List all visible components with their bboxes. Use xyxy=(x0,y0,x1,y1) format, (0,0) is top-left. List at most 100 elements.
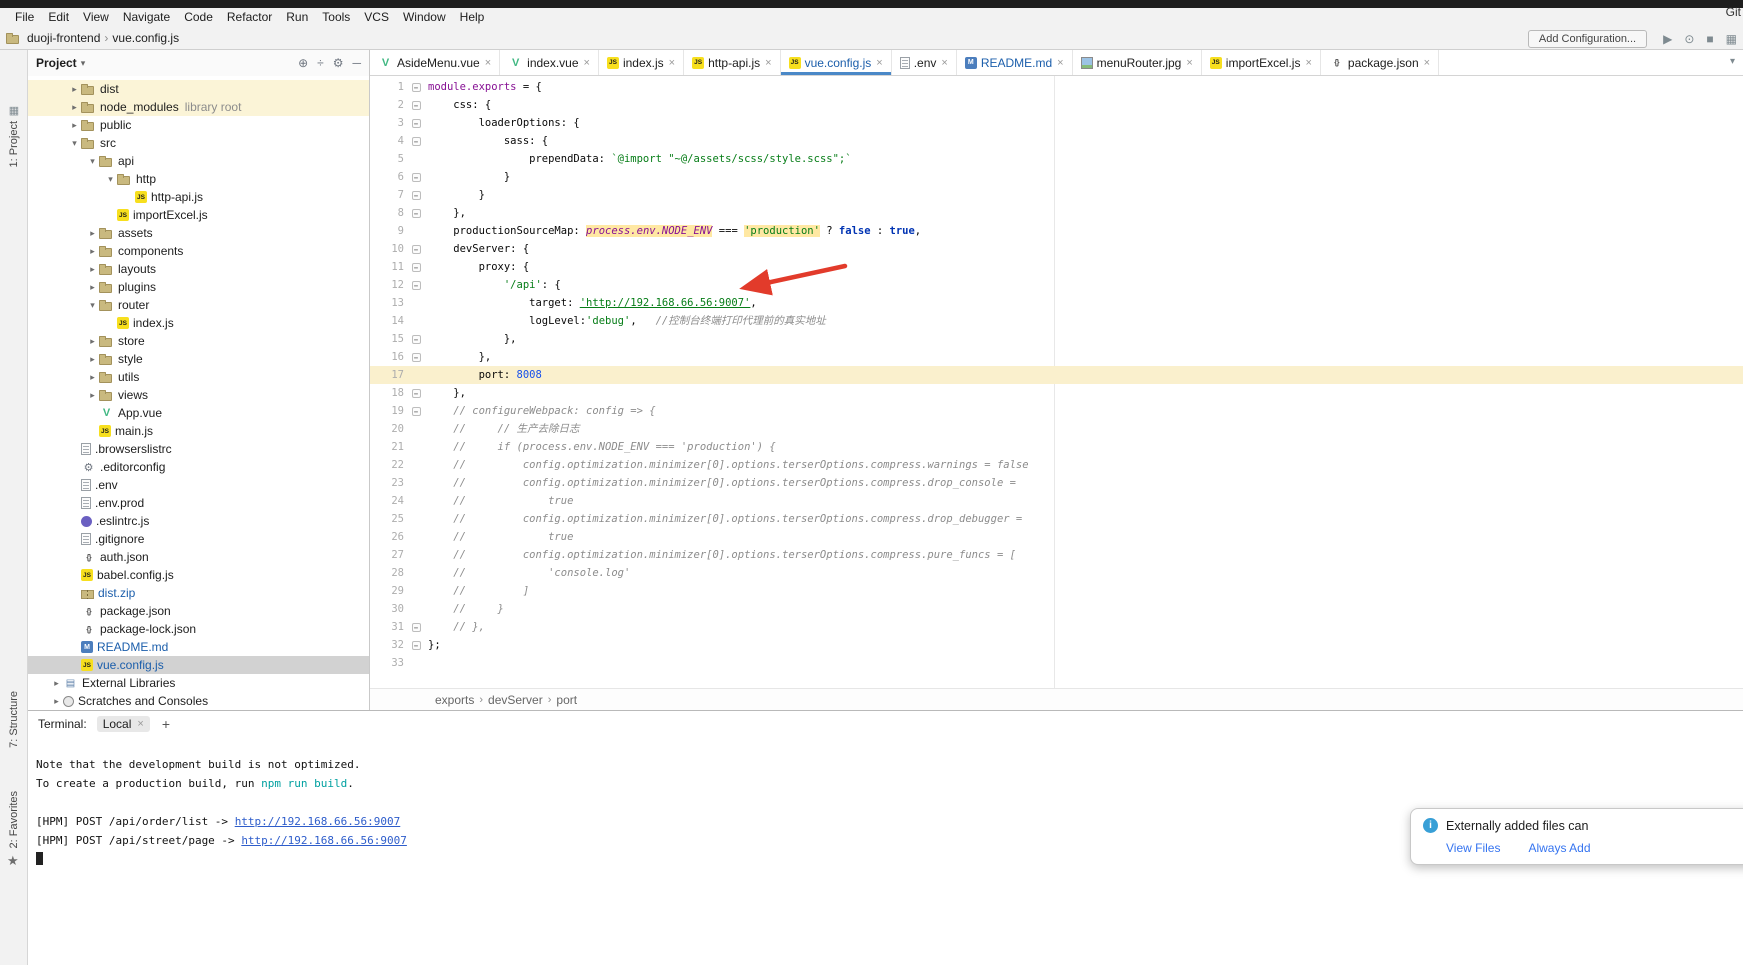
menu-tools[interactable]: Tools xyxy=(315,8,357,27)
fold-marker-icon[interactable]: − xyxy=(408,96,424,114)
always-add-link[interactable]: Always Add xyxy=(1528,841,1590,855)
chevron-right-icon[interactable]: ▸ xyxy=(86,390,99,401)
collapse-all-icon[interactable]: ÷ xyxy=(317,56,324,70)
view-files-link[interactable]: View Files xyxy=(1446,841,1500,855)
chevron-right-icon[interactable]: ▸ xyxy=(86,354,99,365)
terminal-tab-local[interactable]: Local × xyxy=(97,716,150,732)
code-line-29[interactable]: 29 // ] xyxy=(370,582,1743,600)
menu-view[interactable]: View xyxy=(76,8,116,27)
close-icon[interactable]: × xyxy=(485,57,491,69)
close-icon[interactable]: × xyxy=(765,57,771,69)
git-widget[interactable]: Git xyxy=(1726,5,1741,19)
code-line-26[interactable]: 26 // true xyxy=(370,528,1743,546)
code-line-21[interactable]: 21 // if (process.env.NODE_ENV === 'prod… xyxy=(370,438,1743,456)
close-icon[interactable]: × xyxy=(669,57,675,69)
chevron-right-icon[interactable]: ▸ xyxy=(86,228,99,239)
code-line-27[interactable]: 27 // config.optimization.minimizer[0].o… xyxy=(370,546,1743,564)
code-line-6[interactable]: 6− } xyxy=(370,168,1743,186)
tree-item-auth.json[interactable]: {}auth.json xyxy=(28,548,369,566)
fold-marker-icon[interactable]: − xyxy=(408,204,424,222)
code-line-30[interactable]: 30 // } xyxy=(370,600,1743,618)
tree-item-.gitignore[interactable]: .gitignore xyxy=(28,530,369,548)
tree-item-.eslintrc.js[interactable]: .eslintrc.js xyxy=(28,512,369,530)
code-line-10[interactable]: 10− devServer: { xyxy=(370,240,1743,258)
tab-package.json[interactable]: {}package.json× xyxy=(1321,50,1439,75)
menu-vcs[interactable]: VCS xyxy=(357,8,396,27)
fold-marker-icon[interactable]: − xyxy=(408,618,424,636)
close-icon[interactable]: × xyxy=(584,57,590,69)
tab-vue.config.js[interactable]: JSvue.config.js× xyxy=(781,50,892,75)
project-panel-title[interactable]: Project xyxy=(36,56,77,70)
tree-item-vue.config.js[interactable]: JSvue.config.js xyxy=(28,656,369,674)
tree-item-router[interactable]: ▾router xyxy=(28,296,369,314)
code-line-14[interactable]: 14 logLevel:'debug', //控制台终端打印代理前的真实地址 xyxy=(370,312,1743,330)
breadcrumb-file[interactable]: vue.config.js xyxy=(112,31,179,45)
tree-item-api[interactable]: ▾api xyxy=(28,152,369,170)
code-line-13[interactable]: 13 target: 'http://192.168.66.56:9007', xyxy=(370,294,1743,312)
tree-item-style[interactable]: ▸style xyxy=(28,350,369,368)
code-editor[interactable]: 1−module.exports = {2− css: {3− loaderOp… xyxy=(370,76,1743,688)
fold-marker-icon[interactable]: − xyxy=(408,168,424,186)
close-icon[interactable]: × xyxy=(876,57,882,69)
chevron-right-icon[interactable]: ▸ xyxy=(86,282,99,293)
code-line-31[interactable]: 31− // }, xyxy=(370,618,1743,636)
menu-run[interactable]: Run xyxy=(279,8,315,27)
tree-item-babel.config.js[interactable]: JSbabel.config.js xyxy=(28,566,369,584)
code-line-4[interactable]: 4− sass: { xyxy=(370,132,1743,150)
fold-marker-icon[interactable]: − xyxy=(408,384,424,402)
code-line-28[interactable]: 28 // 'console.log' xyxy=(370,564,1743,582)
code-line-20[interactable]: 20 // // 生产去除日志 xyxy=(370,420,1743,438)
menu-window[interactable]: Window xyxy=(396,8,453,27)
fold-marker-icon[interactable]: − xyxy=(408,186,424,204)
chevron-right-icon[interactable]: ▸ xyxy=(68,102,81,113)
fold-marker-icon[interactable]: − xyxy=(408,636,424,654)
tree-item-App.vue[interactable]: VApp.vue xyxy=(28,404,369,422)
code-line-7[interactable]: 7− } xyxy=(370,186,1743,204)
tree-item-node_modules[interactable]: ▸node_moduleslibrary root xyxy=(28,98,369,116)
menu-help[interactable]: Help xyxy=(453,8,492,27)
menu-code[interactable]: Code xyxy=(177,8,220,27)
tree-item-README.md[interactable]: MREADME.md xyxy=(28,638,369,656)
code-line-5[interactable]: 5 prependData: `@import "~@/assets/scss/… xyxy=(370,150,1743,168)
code-line-23[interactable]: 23 // config.optimization.minimizer[0].o… xyxy=(370,474,1743,492)
tree-item-External Libraries[interactable]: ▸▤External Libraries xyxy=(28,674,369,692)
breadcrumb-exports[interactable]: exports xyxy=(435,693,474,707)
fold-marker-icon[interactable]: − xyxy=(408,240,424,258)
chevron-down-icon[interactable]: ▾ xyxy=(81,58,86,69)
code-line-16[interactable]: 16− }, xyxy=(370,348,1743,366)
tree-item-dist[interactable]: ▸dist xyxy=(28,80,369,98)
tree-item-dist.zip[interactable]: dist.zip xyxy=(28,584,369,602)
chevron-right-icon[interactable]: ▸ xyxy=(50,696,63,707)
tree-item-main.js[interactable]: JSmain.js xyxy=(28,422,369,440)
hide-panel-icon[interactable]: ─ xyxy=(352,56,361,70)
code-line-19[interactable]: 19− // configureWebpack: config => { xyxy=(370,402,1743,420)
chevron-right-icon[interactable]: ▸ xyxy=(86,264,99,275)
code-line-9[interactable]: 9 productionSourceMap: process.env.NODE_… xyxy=(370,222,1743,240)
tree-item-Scratches and Consoles[interactable]: ▸Scratches and Consoles xyxy=(28,692,369,710)
code-line-8[interactable]: 8− }, xyxy=(370,204,1743,222)
code-line-24[interactable]: 24 // true xyxy=(370,492,1743,510)
menu-navigate[interactable]: Navigate xyxy=(116,8,177,27)
close-icon[interactable]: × xyxy=(1186,57,1192,69)
tree-item-http-api.js[interactable]: JShttp-api.js xyxy=(28,188,369,206)
chevron-right-icon[interactable]: ▸ xyxy=(68,120,81,131)
menu-edit[interactable]: Edit xyxy=(41,8,76,27)
terminal-link[interactable]: http://192.168.66.56:9007 xyxy=(235,815,401,828)
chevron-right-icon[interactable]: ▸ xyxy=(86,246,99,257)
fold-marker-icon[interactable]: − xyxy=(408,330,424,348)
tree-item-.editorconfig[interactable]: ⚙.editorconfig xyxy=(28,458,369,476)
tool-window-button-structure[interactable]: 7: Structure xyxy=(0,691,28,748)
code-line-22[interactable]: 22 // config.optimization.minimizer[0].o… xyxy=(370,456,1743,474)
tab-menuRouter.jpg[interactable]: menuRouter.jpg× xyxy=(1073,50,1202,75)
chevron-down-icon[interactable]: ▾ xyxy=(86,300,99,311)
tab-.env[interactable]: .env× xyxy=(892,50,957,75)
tab-index.vue[interactable]: Vindex.vue× xyxy=(500,50,599,75)
url-link[interactable]: 'http://192.168.66.56:9007' xyxy=(580,297,751,309)
tree-item-layouts[interactable]: ▸layouts xyxy=(28,260,369,278)
tree-item-store[interactable]: ▸store xyxy=(28,332,369,350)
fold-marker-icon[interactable]: − xyxy=(408,402,424,420)
tree-item-.env.prod[interactable]: .env.prod xyxy=(28,494,369,512)
settings-gear-icon[interactable]: ⚙ xyxy=(333,56,344,70)
tab-index.js[interactable]: JSindex.js× xyxy=(599,50,684,75)
new-terminal-button[interactable]: + xyxy=(162,716,170,732)
